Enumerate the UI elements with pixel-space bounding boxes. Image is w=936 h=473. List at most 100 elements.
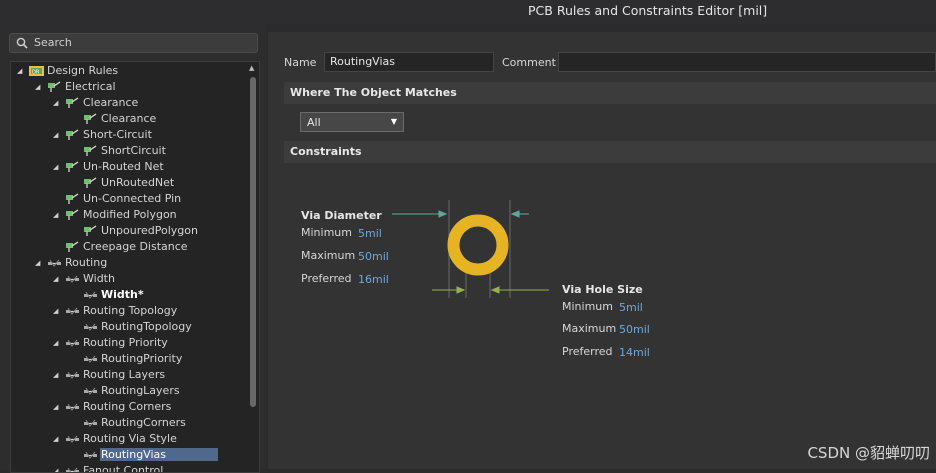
tree-item[interactable]: ◢ Modified Polygon bbox=[11, 207, 245, 223]
tree-item-label: Un-Routed Net bbox=[83, 160, 164, 173]
tree-item-label: Routing Layers bbox=[83, 368, 166, 381]
tree-expander-icon[interactable]: ◢ bbox=[53, 435, 58, 443]
rule-category-icon bbox=[66, 209, 79, 220]
routing-category-icon bbox=[66, 435, 79, 443]
tree-item-label: RoutingPriority bbox=[101, 352, 183, 365]
rule-category-icon bbox=[66, 193, 79, 204]
routing-rule-icon bbox=[84, 419, 97, 427]
via-diameter-max-label: Maximum bbox=[301, 249, 356, 262]
svg-text:DR: DR bbox=[32, 70, 40, 76]
tree-item[interactable]: ◢ Un-Routed Net bbox=[11, 159, 245, 175]
tree-expander-icon[interactable]: ◢ bbox=[53, 467, 58, 472]
tree-item-label: Short-Circuit bbox=[83, 128, 152, 141]
tree-item-label: Un-Connected Pin bbox=[83, 192, 182, 205]
tree-item-label: ShortCircuit bbox=[101, 144, 166, 157]
via-diameter-title: Via Diameter bbox=[301, 209, 382, 222]
tree-expander-icon[interactable]: ◢ bbox=[53, 275, 58, 283]
design-rules-icon: DR bbox=[29, 66, 44, 76]
rules-tree: ◢ DR Design Rules ◢ Electrical ◢ Clearance Clea… bbox=[10, 61, 260, 473]
tree-expander-icon[interactable]: ◢ bbox=[53, 131, 58, 139]
rule-icon bbox=[84, 177, 97, 188]
via-ring bbox=[447, 214, 509, 276]
tree-scrollbar[interactable]: ▲ bbox=[249, 64, 257, 470]
routing-category-icon bbox=[66, 403, 79, 411]
tree-item-label: Width bbox=[83, 272, 115, 285]
tree-expander-icon[interactable]: ◢ bbox=[53, 307, 58, 315]
tree-expander-icon[interactable]: ◢ bbox=[35, 259, 40, 267]
tree-item[interactable]: Un-Connected Pin bbox=[11, 191, 245, 207]
tree-item[interactable]: Clearance bbox=[11, 111, 245, 127]
tree-item[interactable]: ◢ Electrical bbox=[11, 79, 245, 95]
tree-item[interactable]: ◢ Routing Via Style bbox=[11, 431, 245, 447]
search-icon bbox=[16, 37, 28, 49]
watermark: CSDN @貂蝉叨叨 bbox=[807, 444, 930, 462]
via-hole-max-label: Maximum bbox=[562, 322, 617, 335]
tree-item-label: Routing Topology bbox=[83, 304, 178, 317]
tree-item[interactable]: Width* bbox=[11, 287, 245, 303]
rule-icon bbox=[84, 225, 97, 236]
tree-expander-icon[interactable]: ◢ bbox=[53, 403, 58, 411]
search-input[interactable]: Search bbox=[34, 36, 72, 49]
routing-rule-icon bbox=[84, 291, 97, 299]
tree-item[interactable]: ◢ Routing Corners bbox=[11, 399, 245, 415]
via-diameter-max-value[interactable]: 50mil bbox=[358, 250, 389, 263]
rule-category-icon bbox=[66, 241, 79, 252]
tree-item[interactable]: ◢ Routing Topology bbox=[11, 303, 245, 319]
tree-item-label: Clearance bbox=[101, 112, 157, 125]
via-hole-min-value[interactable]: 5mil bbox=[619, 301, 643, 314]
rule-category-icon bbox=[48, 81, 61, 92]
tree-item[interactable]: RoutingVias bbox=[11, 447, 245, 463]
tree-item[interactable]: ◢ Clearance bbox=[11, 95, 245, 111]
via-diameter-min-value[interactable]: 5mil bbox=[358, 227, 382, 240]
tree-item-label: Electrical bbox=[65, 80, 116, 93]
tree-item[interactable]: ◢ DR Design Rules bbox=[11, 63, 245, 79]
tree-item[interactable]: Creepage Distance bbox=[11, 239, 245, 255]
rule-icon bbox=[84, 145, 97, 156]
tree-item[interactable]: ◢ Routing Layers bbox=[11, 367, 245, 383]
tree-item[interactable]: ◢ Short-Circuit bbox=[11, 127, 245, 143]
tree-item-label: Width* bbox=[101, 288, 144, 301]
rules-tree-panel: Search ◢ DR Design Rules ◢ Electrical ◢ Cleara… bbox=[0, 24, 266, 473]
via-hole-max-value[interactable]: 50mil bbox=[619, 323, 650, 336]
via-diameter-pref-value[interactable]: 16mil bbox=[358, 273, 389, 286]
routing-category-icon bbox=[48, 259, 61, 267]
tree-expander-icon[interactable]: ◢ bbox=[53, 339, 58, 347]
routing-category-icon bbox=[66, 275, 79, 283]
tree-item-label: Routing bbox=[65, 256, 108, 269]
tree-expander-icon[interactable]: ◢ bbox=[17, 67, 22, 75]
tree-item-label: RoutingCorners bbox=[101, 416, 186, 429]
tree-item[interactable]: ◢ Width bbox=[11, 271, 245, 287]
tree-expander-icon[interactable]: ◢ bbox=[53, 371, 58, 379]
search-box[interactable]: Search bbox=[9, 33, 258, 53]
scroll-up-icon[interactable]: ▲ bbox=[249, 64, 254, 72]
via-hole-pref-label: Preferred bbox=[562, 345, 613, 358]
tree-item[interactable]: RoutingPriority bbox=[11, 351, 245, 367]
via-diameter-min-label: Minimum bbox=[301, 226, 352, 239]
tree-expander-icon[interactable]: ◢ bbox=[53, 99, 58, 107]
title-bar: PCB Rules and Constraints Editor [mil] bbox=[0, 0, 936, 24]
tree-item[interactable]: UnRoutedNet bbox=[11, 175, 245, 191]
tree-item-label: Routing Priority bbox=[83, 336, 168, 349]
tree-item[interactable]: RoutingLayers bbox=[11, 383, 245, 399]
tree-item[interactable]: UnpouredPolygon bbox=[11, 223, 245, 239]
via-diameter-arrows bbox=[392, 210, 529, 218]
via-hole-pref-value[interactable]: 14mil bbox=[619, 346, 650, 359]
scrollbar-thumb[interactable] bbox=[250, 77, 256, 407]
tree-item[interactable]: ◢ Routing Priority bbox=[11, 335, 245, 351]
tree-item-label: Creepage Distance bbox=[83, 240, 188, 253]
tree-item[interactable]: ShortCircuit bbox=[11, 143, 245, 159]
tree-expander-icon[interactable]: ◢ bbox=[35, 83, 40, 91]
tree-item[interactable]: ◢ Fanout Control bbox=[11, 463, 245, 472]
routing-rule-icon bbox=[84, 451, 97, 459]
via-hole-title: Via Hole Size bbox=[562, 283, 643, 296]
routing-rule-icon bbox=[84, 387, 97, 395]
routing-category-icon bbox=[66, 371, 79, 379]
tree-item-label: RoutingVias bbox=[100, 448, 218, 461]
tree-item[interactable]: ◢ Routing bbox=[11, 255, 245, 271]
tree-item[interactable]: RoutingCorners bbox=[11, 415, 245, 431]
tree-expander-icon[interactable]: ◢ bbox=[53, 211, 58, 219]
tree-item[interactable]: RoutingTopology bbox=[11, 319, 245, 335]
via-diameter-pref-label: Preferred bbox=[301, 272, 352, 285]
via-hole-min-label: Minimum bbox=[562, 300, 613, 313]
tree-expander-icon[interactable]: ◢ bbox=[53, 163, 58, 171]
